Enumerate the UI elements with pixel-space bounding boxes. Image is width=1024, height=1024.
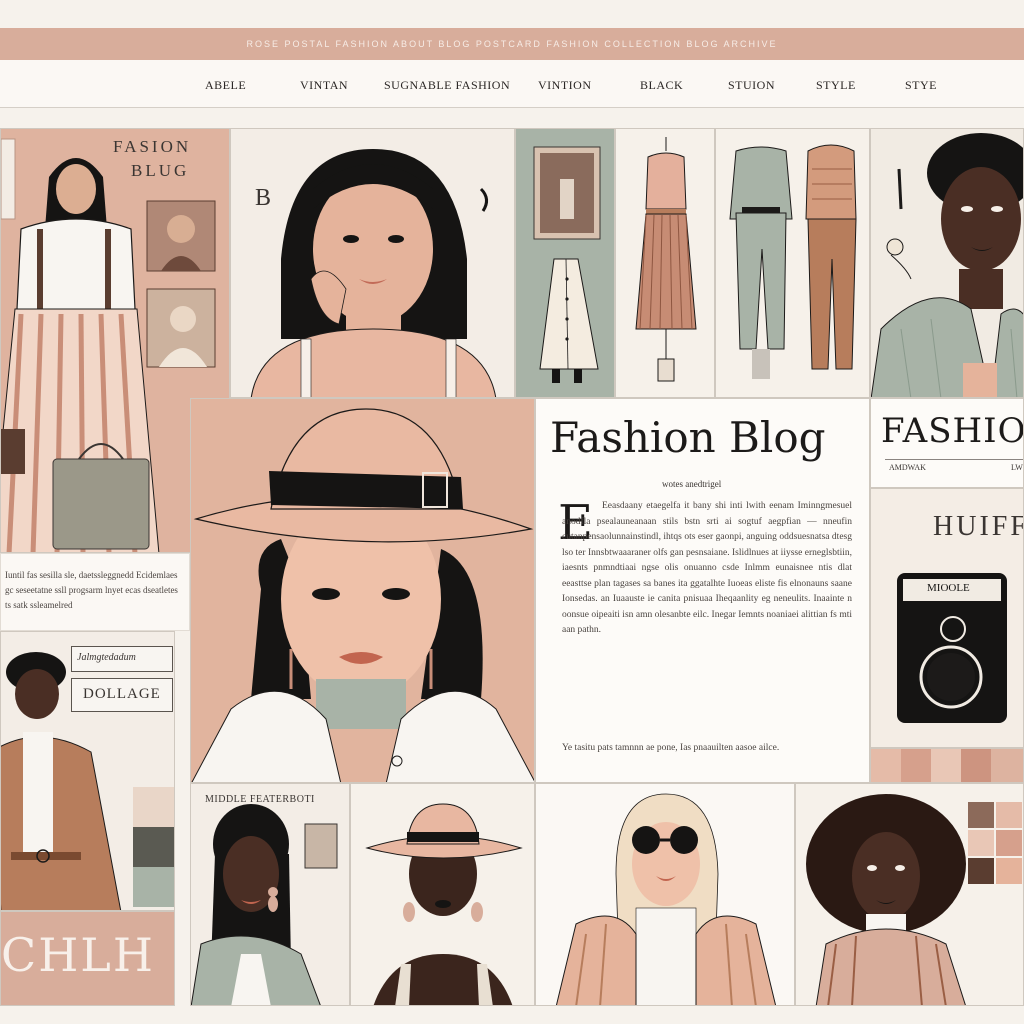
illustration-hat-dark-woman	[351, 784, 534, 1005]
panel-man-portrait[interactable]: Jalmgtedadum DOLLAGE	[0, 631, 175, 911]
panel-title-line1: FASION	[113, 137, 192, 156]
banner-text: ROSE POSTAL FASHION ABOUT BLOG POSTCARD …	[246, 39, 778, 49]
panel-jumpsuits[interactable]	[715, 128, 870, 398]
illustration-jumpsuits	[716, 129, 869, 397]
nav-item-sugnable-fashion[interactable]: SUGNABLE FASHION	[384, 78, 510, 93]
illustration-photo-and-skirt	[516, 129, 614, 397]
nav-item-style[interactable]: STYLE	[816, 78, 856, 93]
panel-portrait-right[interactable]	[870, 128, 1024, 398]
illustration-man	[1, 632, 174, 910]
panel-bottom-earring[interactable]: MIDDLE FEATERBOTI	[190, 783, 350, 1006]
illustration-thinking-woman	[231, 129, 514, 397]
article-subtitle: wotes anedtrigel	[662, 479, 722, 489]
camera-icon	[897, 573, 1007, 723]
blog-grid: FASION BLUG B Iuntil fas sesilla sle, da…	[0, 108, 1024, 1024]
panel-portrait-thinking[interactable]: B	[230, 128, 515, 398]
right-sub-right: LW	[1011, 463, 1023, 472]
panel-dress-forms[interactable]	[615, 128, 715, 398]
color-swatch-strip	[870, 748, 1024, 783]
label-name: Jalmgtedadum	[77, 652, 136, 663]
panel-bottom-hat[interactable]	[350, 783, 535, 1006]
camera-label: MIOOLE	[927, 582, 970, 594]
nav-item-abele[interactable]: ABELE	[205, 78, 246, 93]
panel-title-line2: BLUG	[131, 161, 190, 180]
nav-bar: ABELE VINTAN SUGNABLE FASHION VINTION BL…	[0, 60, 1024, 108]
panel-vintage-photos[interactable]	[515, 128, 615, 398]
nav-item-vintan[interactable]: VINTAN	[300, 78, 348, 93]
title-rule	[885, 459, 1023, 460]
article-footer: Ye tasitu pats tamnnn ae pone, Ias pnaau…	[562, 743, 780, 753]
right-sub-left: AMDWAK	[889, 463, 926, 472]
illustration-pleated-dress	[616, 129, 714, 397]
nav-item-stye[interactable]: STYE	[905, 78, 937, 93]
nav-item-vintion[interactable]: VINTION	[538, 78, 592, 93]
intro-paragraph: Iuntil fas sesilla sle, daetssleggnedd E…	[5, 570, 178, 610]
illustration-curly-woman	[796, 784, 1023, 1005]
illustration-sunglasses-woman	[536, 784, 794, 1005]
panel-hat-portrait[interactable]	[190, 398, 535, 783]
illustration-earring-woman	[191, 784, 349, 1005]
illustration-dark-woman	[871, 129, 1023, 397]
panel-camera[interactable]: HUIFF MIOOLE	[870, 488, 1024, 748]
label-collage: DOLLAGE	[83, 686, 161, 702]
illustration-hat-woman	[191, 399, 534, 782]
panel-fashion-title[interactable]: FASHIO AMDWAK LW	[870, 398, 1024, 488]
article-title: Fashion Blog	[550, 413, 826, 462]
bottom-label: MIDDLE FEATERBOTI	[205, 794, 315, 805]
article-body: Eeasdaany etaegelfa it bany shi inti lwi…	[562, 501, 852, 635]
nav-item-stuion[interactable]: STUION	[728, 78, 775, 93]
nav-item-black[interactable]: BLACK	[640, 78, 683, 93]
panel-bottom-sunglasses[interactable]	[535, 783, 795, 1006]
panel-chlh-banner[interactable]: CHLH	[0, 911, 175, 1006]
panel-intro-text: Iuntil fas sesilla sle, daetssleggnedd E…	[0, 553, 190, 631]
panel-bottom-curly[interactable]	[795, 783, 1024, 1006]
banner-chlh: CHLH	[1, 928, 155, 982]
top-banner: ROSE POSTAL FASHION ABOUT BLOG POSTCARD …	[0, 28, 1024, 60]
panel-letter: B	[255, 185, 272, 211]
right-title: FASHIO	[881, 411, 1024, 451]
panel-article[interactable]: Fashion Blog wotes anedtrigel E Eeasdaan…	[535, 398, 870, 783]
